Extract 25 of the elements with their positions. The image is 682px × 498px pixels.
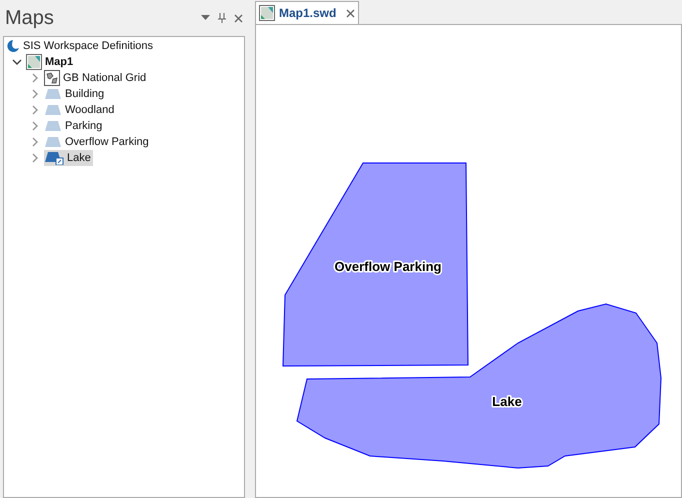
polygon-layer-icon [44, 104, 62, 116]
panel-title: Maps [5, 6, 54, 31]
map-canvas[interactable]: Overflow Parking Lake [255, 24, 682, 498]
tree-item[interactable]: GB National Grid [44, 70, 148, 86]
linked-layer-icon [44, 151, 64, 165]
collapse-chevron-icon[interactable] [12, 57, 22, 67]
tree-item[interactable]: Parking [44, 118, 104, 134]
tree-item[interactable]: Overflow Parking [44, 134, 151, 150]
pin-icon[interactable] [218, 13, 226, 23]
close-icon[interactable] [346, 8, 356, 18]
tree-item[interactable]: Lake [44, 150, 93, 166]
map-icon [26, 54, 42, 70]
map-icon [259, 5, 275, 21]
polygon-layer-icon [44, 88, 62, 100]
document-tab[interactable]: Map1.swd [255, 1, 360, 24]
tree-item[interactable]: Building [44, 86, 106, 102]
dropdown-icon[interactable] [201, 15, 210, 21]
tree-item[interactable]: SIS Workspace Definitions [6, 38, 156, 54]
feature-label: Overflow Parking [334, 259, 442, 274]
tree-item[interactable]: Woodland [44, 102, 116, 118]
close-icon[interactable] [234, 14, 243, 22]
polygon-layer-icon [44, 136, 62, 148]
tree-item[interactable]: Map1 [26, 54, 76, 70]
polygon-layer-icon [44, 120, 62, 132]
feature-label: Lake [492, 394, 522, 409]
